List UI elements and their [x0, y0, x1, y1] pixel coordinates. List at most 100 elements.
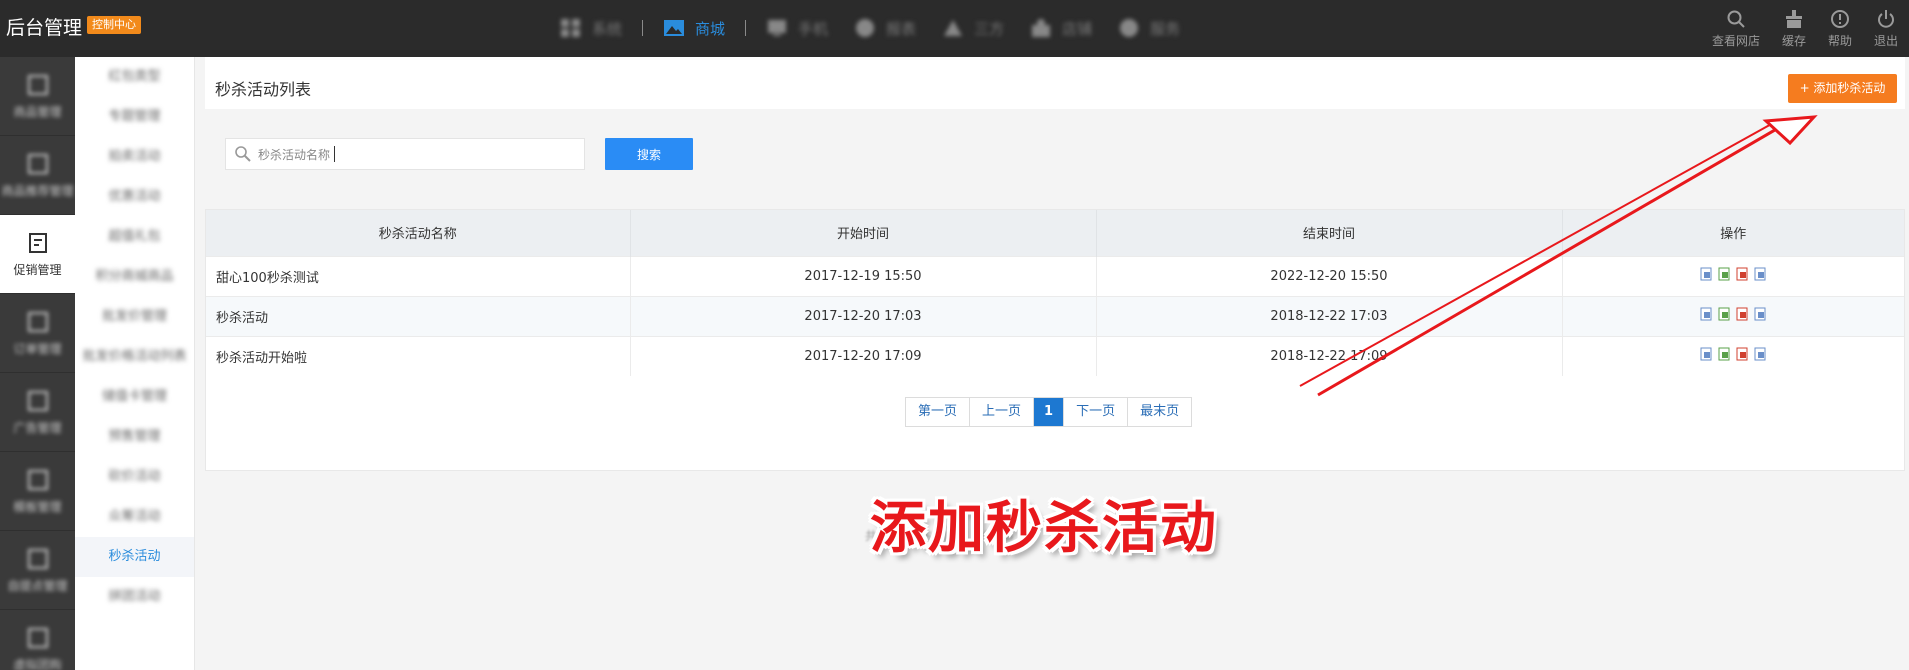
- tool-label: 查看网店: [1711, 33, 1760, 48]
- cache-button[interactable]: 缓存: [1771, 0, 1817, 57]
- search-input[interactable]: [334, 146, 584, 162]
- sidebar-item-ads[interactable]: 广告管理: [0, 373, 75, 452]
- control-center-badge[interactable]: 控制中心: [87, 16, 141, 34]
- search-label: 秒杀活动名称: [258, 147, 331, 162]
- nav-label: 服务: [1150, 19, 1181, 38]
- nav-label: 系统: [592, 19, 623, 38]
- end-time-cell: 2018-12-22 17:09: [1096, 335, 1563, 376]
- nav-item-mobile[interactable]: 手机: [766, 10, 828, 46]
- submenu-item[interactable]: 拍卖活动: [75, 137, 194, 177]
- page-header: 秒杀活动列表 + 添加秒杀活动: [205, 57, 1905, 109]
- document-icon: [27, 548, 48, 569]
- brand-title: 后台管理: [6, 17, 83, 39]
- delete-icon[interactable]: [1735, 307, 1749, 321]
- sidebar-item-pickup[interactable]: 自提点管理: [0, 531, 75, 610]
- nav-item-store[interactable]: 店铺: [1030, 10, 1092, 46]
- nav-item-mall[interactable]: 商城: [663, 10, 725, 46]
- submenu-item[interactable]: 积分商城商品: [75, 257, 194, 297]
- view-store-button[interactable]: 查看网店: [1701, 0, 1771, 57]
- delete-icon[interactable]: [1735, 347, 1749, 361]
- search-box: 秒杀活动名称: [225, 138, 585, 170]
- search-button[interactable]: 搜索: [605, 138, 693, 170]
- top-bar: 后台管理 控制中心 系统 商城 手机 报表 三方 店铺 服务 查看网店 缓存 帮…: [0, 0, 1909, 57]
- edit-icon[interactable]: [1717, 267, 1731, 281]
- operations-cell: [1562, 295, 1904, 336]
- nav-label: 三方: [974, 19, 1005, 38]
- nav-item-service[interactable]: 服务: [1118, 10, 1180, 46]
- monitor-icon: [768, 20, 787, 36]
- nav-label: 手机: [798, 19, 829, 38]
- next-page-link[interactable]: 下一页: [1064, 398, 1129, 426]
- submenu-item[interactable]: 超值礼包: [75, 217, 194, 257]
- sidebar-label: 自提点管理: [7, 578, 68, 593]
- sidebar-label: 虚拟团购: [13, 657, 62, 670]
- submenu-item[interactable]: 批发价管理: [75, 297, 194, 337]
- delete-icon[interactable]: [1735, 267, 1749, 281]
- submenu-item[interactable]: 众筹活动: [75, 497, 194, 537]
- submenu-item[interactable]: 优惠活动: [75, 177, 194, 217]
- end-time-cell: 2018-12-22 17:03: [1096, 295, 1563, 336]
- submenu-item[interactable]: 批发价格活动列表: [75, 337, 194, 377]
- start-time-cell: 2017-12-19 15:50: [630, 255, 1097, 296]
- nav-divider: [642, 20, 644, 36]
- activity-name-cell: 秒杀活动开始啦: [206, 335, 631, 376]
- column-header: 操作: [1562, 210, 1904, 256]
- submenu-item[interactable]: 预售管理: [75, 417, 194, 457]
- search-icon: [1727, 10, 1745, 28]
- document-icon: [27, 627, 48, 648]
- end-time-cell: 2022-12-20 15:50: [1096, 255, 1563, 296]
- search-icon: [235, 146, 251, 162]
- broom-icon: [1785, 9, 1802, 28]
- last-page-link[interactable]: 最末页: [1128, 398, 1192, 426]
- image-icon: [664, 20, 685, 36]
- detail-icon[interactable]: [1753, 267, 1767, 281]
- first-page-link[interactable]: 第一页: [906, 398, 971, 426]
- view-icon[interactable]: [1699, 347, 1713, 361]
- detail-icon[interactable]: [1753, 347, 1767, 361]
- submenu-item[interactable]: 专题管理: [75, 97, 194, 137]
- sidebar-item-templates[interactable]: 模板管理: [0, 452, 75, 531]
- info-icon: [1830, 9, 1849, 28]
- operations-cell: [1562, 255, 1904, 296]
- start-time-cell: 2017-12-20 17:03: [630, 295, 1097, 336]
- sidebar-item-goods-recommend[interactable]: 商品推荐管理: [0, 136, 75, 215]
- store-icon: [1032, 19, 1051, 37]
- sidebar-item-orders[interactable]: 订单管理: [0, 294, 75, 373]
- table-row: 甜心100秒杀测试 2017-12-19 15:50 2022-12-20 15:5…: [206, 255, 1904, 296]
- nav-divider: [745, 20, 747, 36]
- help-button[interactable]: 帮助: [1817, 0, 1863, 57]
- sidebar-item-goods[interactable]: 商品管理: [0, 57, 75, 136]
- sidebar-label: 促销管理: [13, 262, 62, 277]
- submenu-item-seckill[interactable]: 秒杀活动: [75, 537, 194, 577]
- edit-icon[interactable]: [1717, 347, 1731, 361]
- service-icon: [1120, 19, 1139, 37]
- power-icon: [1878, 9, 1894, 28]
- submenu-item[interactable]: 拼团活动: [75, 577, 194, 617]
- sidebar-item-promotion[interactable]: 促销管理: [0, 215, 75, 294]
- view-icon[interactable]: [1699, 267, 1713, 281]
- nav-item-system[interactable]: 系统: [560, 10, 622, 46]
- nav-item-third-party[interactable]: 三方: [942, 10, 1004, 46]
- operations-cell: [1562, 335, 1904, 376]
- top-right-tools: 查看网店 缓存 帮助 退出: [1701, 0, 1909, 57]
- add-seckill-button[interactable]: + 添加秒杀活动: [1788, 74, 1897, 103]
- submenu-item[interactable]: 红包类型: [75, 57, 194, 97]
- sidebar-item-group-buy[interactable]: 虚拟团购: [0, 610, 75, 670]
- edit-icon[interactable]: [1717, 307, 1731, 321]
- grid-icon: [561, 19, 580, 37]
- sidebar-label: 商品管理: [13, 104, 62, 119]
- document-icon: [27, 311, 48, 332]
- view-icon[interactable]: [1699, 307, 1713, 321]
- table-row: 秒杀活动 2017-12-20 17:03 2018-12-22 17:03: [206, 295, 1904, 336]
- submenu-item[interactable]: 砍价活动: [75, 457, 194, 497]
- operation-icons: [1699, 267, 1767, 281]
- detail-icon[interactable]: [1753, 307, 1767, 321]
- submenu-item[interactable]: 储值卡管理: [75, 377, 194, 417]
- prev-page-link[interactable]: 上一页: [970, 398, 1035, 426]
- nav-item-report[interactable]: 报表: [854, 10, 916, 46]
- current-page[interactable]: 1: [1034, 398, 1065, 426]
- document-icon: [27, 74, 48, 95]
- activity-name-cell: 秒杀活动: [206, 295, 631, 336]
- operation-icons: [1699, 307, 1767, 321]
- logout-button[interactable]: 退出: [1863, 0, 1909, 57]
